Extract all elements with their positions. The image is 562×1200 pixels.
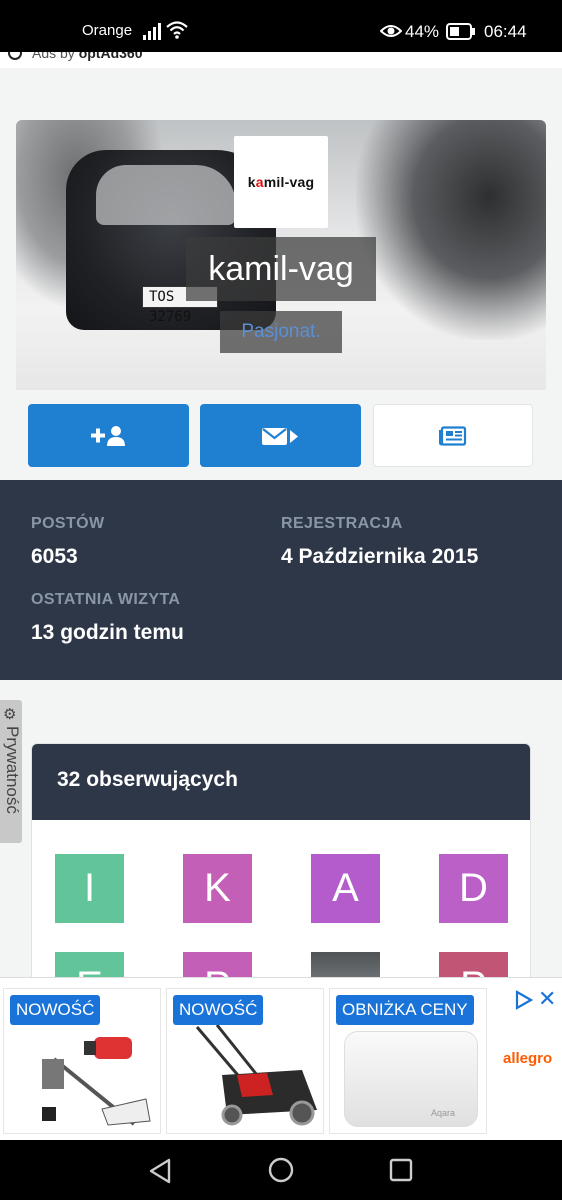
profile-stats: POSTÓW 6053 REJESTRACJA 4 Października 2… xyxy=(0,480,562,680)
lawn-mower-image xyxy=(195,1025,317,1126)
add-user-icon xyxy=(90,425,125,446)
follow-button[interactable] xyxy=(28,404,189,467)
privacy-label: Prywatność xyxy=(3,726,22,814)
cover-trees-right xyxy=(356,120,546,340)
clock: 06:44 xyxy=(484,22,527,41)
send-message-icon xyxy=(261,427,298,445)
battery-icon xyxy=(446,23,475,40)
device-label: Aqara xyxy=(431,1108,456,1118)
recents-icon[interactable] xyxy=(389,1158,413,1182)
content-button[interactable] xyxy=(373,404,533,467)
carrier-name: Orange xyxy=(82,22,133,39)
ads-by-text: Ads by optAd360 xyxy=(32,52,143,61)
profile-rank: Pasjonat. xyxy=(220,311,342,353)
cover-car-windshield xyxy=(96,165,236,225)
battery-percent: 44% xyxy=(405,22,440,41)
signal-icon xyxy=(143,23,161,40)
ad-choices-icon[interactable] xyxy=(514,990,534,1010)
follower-avatar[interactable]: A xyxy=(311,854,380,923)
gear-icon: ⚙ xyxy=(3,706,17,723)
ad-badge: NOWOŚĆ xyxy=(10,995,101,1025)
followers-panel: 32 obserwujących I K A D E P P xyxy=(31,743,531,1003)
ads-logo-icon xyxy=(8,52,22,60)
follower-avatar[interactable]: D xyxy=(439,854,508,923)
ad-product-card[interactable]: NOWOŚĆ xyxy=(3,988,161,1134)
system-nav-bar xyxy=(0,1140,562,1200)
registered-value: 4 Października 2015 xyxy=(281,545,479,568)
ads-by-strip[interactable]: Ads by optAd360 xyxy=(0,52,562,68)
follower-avatar[interactable]: I xyxy=(55,854,124,923)
newspaper-icon xyxy=(439,425,467,446)
smart-device-image: Aqara xyxy=(344,1031,478,1127)
hedge-trimmer-image xyxy=(42,1037,151,1126)
privacy-tab[interactable]: ⚙ Prywatność xyxy=(0,700,22,843)
ad-brand-logo: allegro xyxy=(503,1050,553,1067)
followers-title: 32 obserwujących xyxy=(32,744,530,820)
profile-username: kamil-vag xyxy=(186,237,376,301)
status-bar: Orange 44% 06:44 xyxy=(0,0,562,56)
last-visit-label: OSTATNIA WIZYTA xyxy=(31,591,181,608)
avatar[interactable]: kamil-vag xyxy=(234,136,328,228)
ad-badge: NOWOŚĆ xyxy=(173,995,264,1025)
posts-value: 6053 xyxy=(31,545,78,568)
last-visit-value: 13 godzin temu xyxy=(31,621,184,644)
ad-product-card[interactable]: Aqara OBNIŻKA CENY xyxy=(329,988,487,1134)
eye-icon xyxy=(380,25,402,37)
ad-product-card[interactable]: NOWOŚĆ xyxy=(166,988,324,1134)
ad-banner[interactable]: NOWOŚĆ NOWOŚĆ Aqara OBNIŻKA CENY ✕ alleg… xyxy=(0,977,562,1140)
avatar-logo-text: kamil-vag xyxy=(247,174,315,190)
registered-label: REJESTRACJA xyxy=(281,515,403,532)
wifi-icon xyxy=(166,21,188,39)
send-message-button[interactable] xyxy=(200,404,361,467)
profile-cover: TOS 32769 kamil-vag kamil-vag Pasjonat. xyxy=(16,120,546,390)
ad-close-icon[interactable]: ✕ xyxy=(538,986,556,1012)
back-icon[interactable] xyxy=(148,1158,172,1184)
posts-label: POSTÓW xyxy=(31,515,105,532)
follower-avatar[interactable]: K xyxy=(183,854,252,923)
ad-badge: OBNIŻKA CENY xyxy=(336,995,474,1025)
home-icon[interactable] xyxy=(268,1157,294,1183)
